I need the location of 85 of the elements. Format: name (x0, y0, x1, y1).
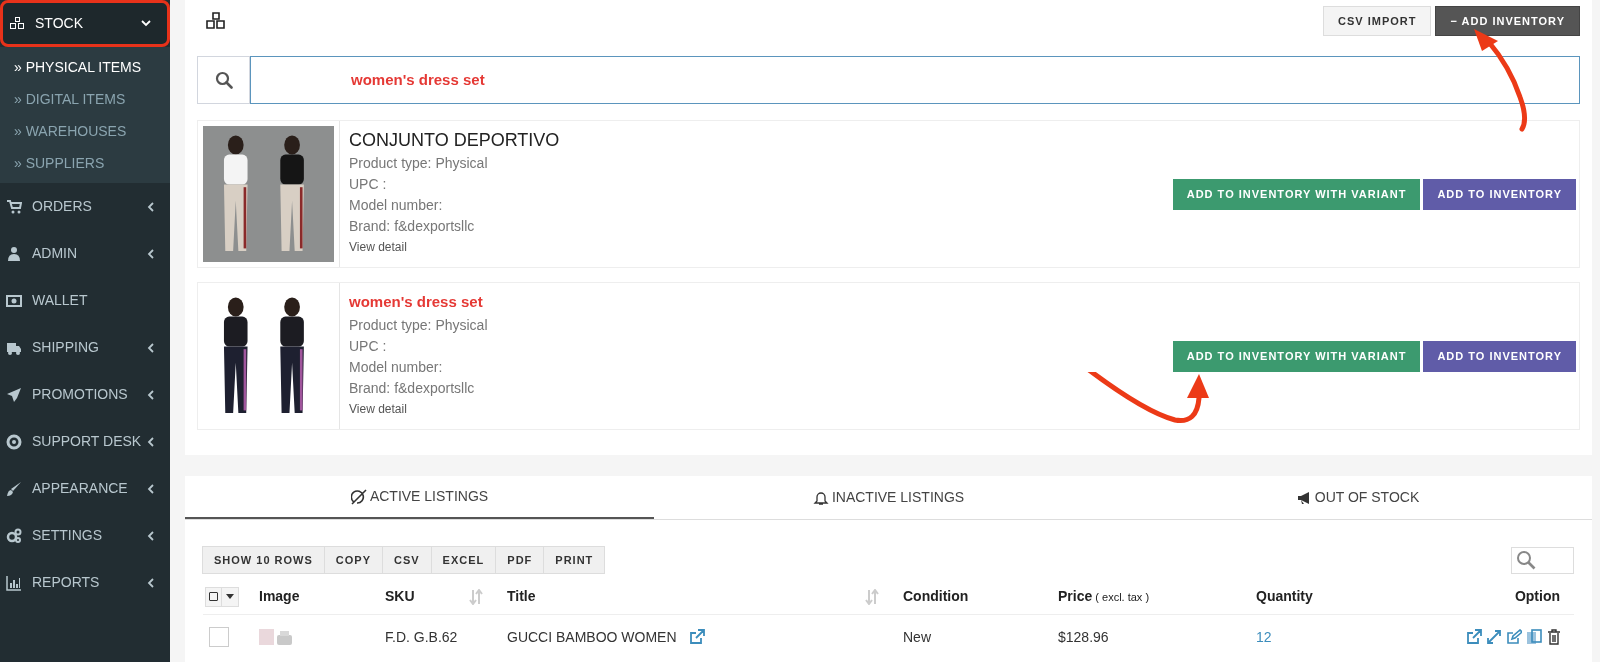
sidebar-item[interactable]: SHIPPING (0, 324, 170, 371)
sidebar-item[interactable]: WALLET (0, 277, 170, 324)
cubes-icon (205, 12, 227, 30)
lifebuoy-icon (6, 433, 22, 450)
column-header[interactable]: SKU (385, 586, 491, 607)
add-to-inventory-button[interactable]: ADD TO INVENTORY (1423, 340, 1576, 372)
toolbar-button[interactable]: EXCEL (430, 546, 497, 574)
sidebar-item[interactable]: ADMIN (0, 230, 170, 277)
paper-plane-icon (6, 386, 22, 403)
edit-icon[interactable] (1506, 629, 1522, 645)
toolbar-button[interactable]: PRINT (543, 546, 606, 574)
annotation-text: women's dress set (349, 291, 484, 312)
chevron-left-icon (147, 248, 154, 259)
sidebar-item[interactable]: SUPPORT DESK (0, 418, 170, 465)
csv-import-button[interactable]: CSV IMPORT (1323, 6, 1432, 36)
row-checkbox[interactable] (209, 627, 229, 647)
column-header[interactable]: Price ( excl. tax ) (1058, 586, 1150, 607)
column-header[interactable]: Option (1514, 586, 1560, 607)
tab[interactable]: INACTIVE LISTINGS (654, 476, 1123, 519)
gears-icon (6, 527, 22, 544)
search-icon (1516, 550, 1536, 570)
column-header[interactable]: Image (259, 586, 300, 607)
person-icon (6, 245, 22, 262)
table-cell-text: GUCCI BAMBOO WOMEN (507, 627, 677, 647)
table-cell: New (903, 628, 931, 645)
search-field[interactable]: women's dress set (250, 56, 1580, 104)
table-cell: $128.96 (1058, 628, 1109, 645)
chevron-left-icon (147, 483, 154, 494)
chevron-left-icon (147, 389, 154, 400)
column-header[interactable]: Condition (903, 586, 969, 607)
toolbar-button[interactable]: PDF (495, 546, 545, 574)
column-header[interactable]: Title (507, 586, 887, 607)
quantity-link[interactable]: 12 (1256, 628, 1272, 645)
add-inventory-button[interactable]: − ADD INVENTORY (1435, 6, 1580, 36)
toolbar-button[interactable]: CSV (382, 546, 432, 574)
sidebar-item[interactable]: STOCK (0, 0, 170, 47)
product-detail: Product type: Physical (349, 154, 489, 173)
megaphone-icon (1295, 489, 1312, 506)
chevron-left-icon (147, 201, 154, 212)
submenu-item[interactable]: » PHYSICAL ITEMS (0, 51, 170, 83)
checkbox-icon (209, 592, 218, 601)
column-header[interactable]: Quantity (1256, 586, 1313, 607)
cubes-icon (9, 15, 25, 32)
table-search-field[interactable] (1511, 546, 1574, 574)
bulk-select-control[interactable] (205, 586, 239, 607)
bell-icon (812, 489, 829, 506)
sidebar-item[interactable]: APPEARANCE (0, 465, 170, 512)
product-detail: Brand: f&dexportsllc (349, 217, 476, 236)
expand-icon[interactable] (1486, 629, 1502, 645)
brush-icon (6, 480, 22, 497)
product-detail: Model number: (349, 358, 444, 377)
view-detail-link[interactable]: View detail (349, 399, 407, 419)
external-link-icon[interactable] (688, 629, 705, 645)
chevron-left-icon (147, 436, 154, 447)
submenu-item[interactable]: » DIGITAL ITEMS (0, 83, 170, 115)
search-icon (197, 56, 250, 104)
submenu-item[interactable]: » WAREHOUSES (0, 115, 170, 147)
product-detail: Product type: Physical (349, 316, 488, 335)
chevron-left-icon (147, 530, 154, 541)
sidebar-item[interactable]: SETTINGS (0, 512, 170, 559)
product-detail: Model number: (349, 196, 444, 215)
view-detail-link[interactable]: View detail (349, 237, 407, 257)
chevron-left-icon (147, 342, 154, 353)
cart-icon (6, 198, 22, 215)
product-detail: UPC : (349, 175, 388, 194)
tab[interactable]: ACTIVE LISTINGS (185, 476, 654, 519)
caret-icon (226, 594, 234, 599)
bar-chart-icon (6, 574, 22, 591)
trash-icon[interactable] (1546, 629, 1562, 645)
sidebar-item[interactable]: REPORTS (0, 559, 170, 606)
external-link-icon[interactable] (1466, 629, 1482, 645)
sidebar-item[interactable]: PROMOTIONS (0, 371, 170, 418)
chevron-down-icon (141, 20, 151, 27)
toolbar-button[interactable]: COPY (323, 546, 383, 574)
product-title: CONJUNTO DEPORTIVO (349, 128, 560, 152)
product-detail: UPC : (349, 337, 388, 356)
table-cell: F.D. G.B.62 (385, 628, 458, 645)
toolbar-button[interactable]: SHOW 10 ROWS (202, 546, 325, 574)
money-icon (6, 292, 22, 309)
add-to-inventory-button[interactable]: ADD TO INVENTORY (1423, 178, 1576, 210)
sidebar-item[interactable]: ORDERS (0, 183, 170, 230)
tab[interactable]: OUT OF STOCK (1123, 476, 1592, 519)
product-detail: Brand: f&dexportsllc (349, 379, 476, 398)
submenu-item[interactable]: » SUPPLIERS (0, 147, 170, 179)
chevron-left-icon (147, 577, 154, 588)
